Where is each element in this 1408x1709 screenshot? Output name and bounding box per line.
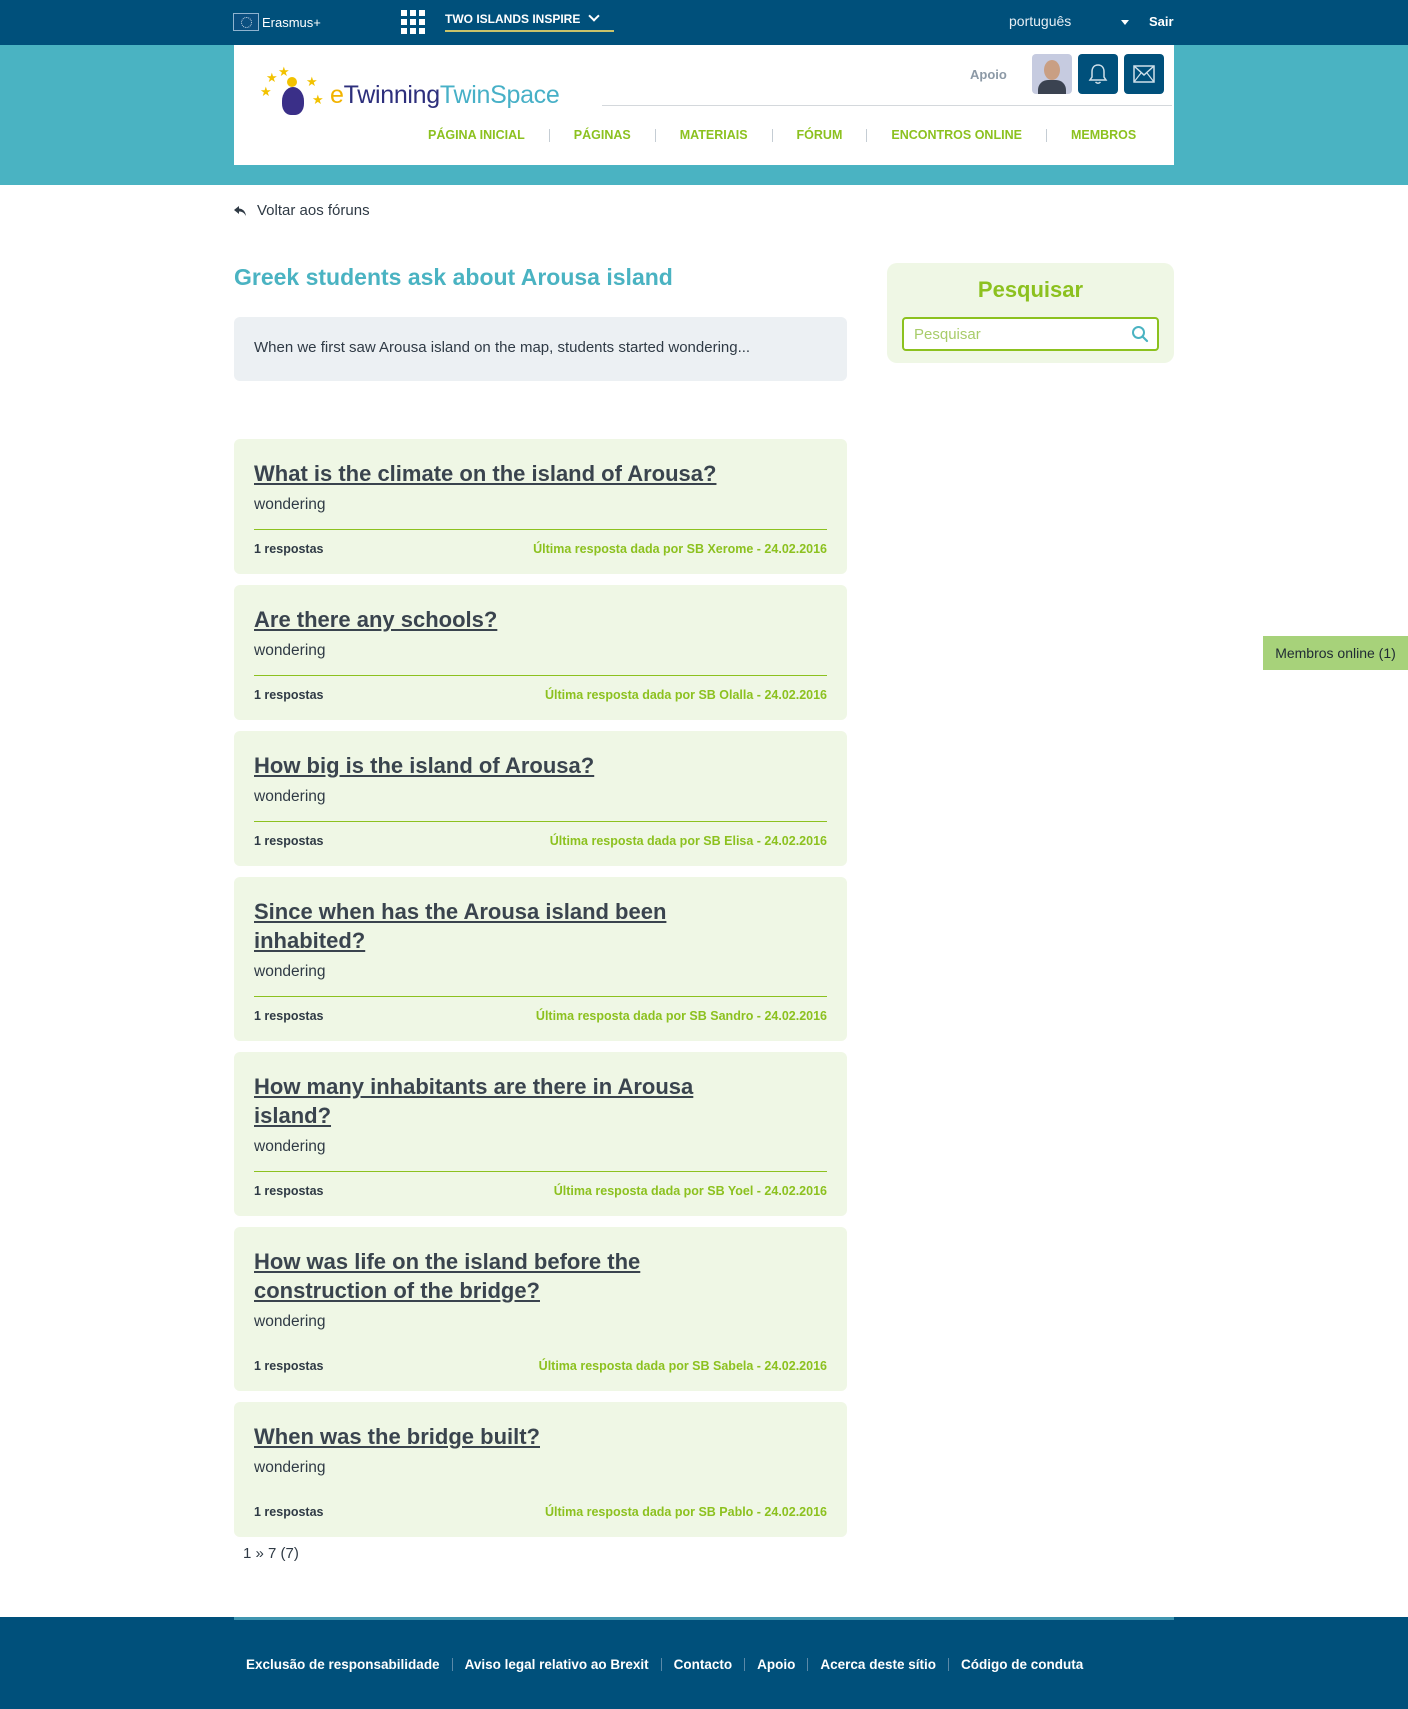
topic-last-reply: Última resposta dada por SB Elisa - 24.0… (549, 834, 827, 848)
nav-materials[interactable]: MATERIAIS (656, 128, 772, 142)
topic-divider (254, 996, 827, 997)
search-widget: Pesquisar (887, 263, 1174, 363)
search-input[interactable] (914, 319, 1129, 349)
topic-last-reply: Última resposta dada por SB Olalla - 24.… (544, 688, 827, 702)
topic-description: wondering (254, 1459, 326, 1476)
bell-icon (1088, 64, 1108, 84)
language-select[interactable]: português (1009, 13, 1129, 29)
erasmus-label: Erasmus+ (262, 14, 321, 30)
footer-link-about[interactable]: Acerca deste sítio (808, 1657, 948, 1672)
search-box (902, 317, 1159, 351)
topic-footer: 1 respostas Última resposta dada por SB … (254, 542, 827, 556)
topic-card: Are there any schools? wondering 1 respo… (234, 585, 847, 720)
top-bar: Erasmus+ TWO ISLANDS INSPIRE português S… (0, 0, 1408, 45)
topic-footer: 1 respostas Última resposta dada por SB … (254, 834, 827, 848)
topic-divider (254, 821, 827, 822)
topic-reply-count: 1 respostas (254, 542, 324, 556)
topic-description: wondering (254, 642, 326, 659)
topic-card: Since when has the Arousa island been in… (234, 877, 847, 1041)
topic-card: How big is the island of Arousa? wonderi… (234, 731, 847, 866)
search-icon[interactable] (1131, 325, 1149, 343)
topic-footer: 1 respostas Última resposta dada por SB … (254, 1009, 827, 1023)
topic-divider (254, 1171, 827, 1172)
topic-reply-count: 1 respostas (254, 834, 324, 848)
back-to-forums-link[interactable]: Voltar aos fóruns (233, 202, 370, 219)
topic-title-link[interactable]: How many inhabitants are there in Arousa… (254, 1072, 754, 1130)
pagination[interactable]: 1 » 7 (7) (243, 1545, 299, 1562)
topic-card: How many inhabitants are there in Arousa… (234, 1052, 847, 1216)
footer-divider (234, 1617, 1174, 1620)
etwinning-logo[interactable]: ★ ★ ★ ★ ★ eTwinningTwinSpace (256, 65, 560, 125)
footer-link-code-of-conduct[interactable]: Código de conduta (949, 1657, 1095, 1672)
etwinning-logo-icon: ★ ★ ★ ★ ★ (256, 65, 328, 125)
topic-description: wondering (254, 1313, 326, 1330)
footer-link-brexit[interactable]: Aviso legal relativo ao Brexit (453, 1657, 661, 1672)
footer-link-support[interactable]: Apoio (745, 1657, 807, 1672)
topic-reply-count: 1 respostas (254, 1009, 324, 1023)
topic-last-reply: Última resposta dada por SB Sandro - 24.… (535, 1009, 827, 1023)
topic-title-link[interactable]: Since when has the Arousa island been in… (254, 897, 724, 955)
nav-online-meetings[interactable]: ENCONTROS ONLINE (867, 128, 1046, 142)
footer-links: Exclusão de responsabilidade Aviso legal… (234, 1657, 1095, 1672)
logo-text: eTwinningTwinSpace (330, 80, 560, 109)
support-link[interactable]: Apoio (970, 67, 1007, 82)
logout-link[interactable]: Sair (1149, 14, 1174, 29)
topic-title-link[interactable]: Are there any schools? (254, 605, 827, 634)
topic-title-link[interactable]: What is the climate on the island of Aro… (254, 459, 827, 488)
notifications-button[interactable] (1078, 54, 1118, 94)
footer-link-contact[interactable]: Contacto (662, 1657, 745, 1672)
caret-down-icon (1121, 20, 1129, 25)
topic-reply-count: 1 respostas (254, 1505, 324, 1519)
topic-last-reply: Última resposta dada por SB Yoel - 24.02… (553, 1184, 827, 1198)
online-members-tab[interactable]: Membros online (1) (1263, 636, 1408, 670)
search-title: Pesquisar (977, 277, 1084, 302)
topic-divider (254, 675, 827, 676)
mail-icon (1133, 65, 1155, 83)
topic-title-link[interactable]: How was life on the island before the co… (254, 1247, 724, 1305)
topic-description: wondering (254, 1138, 326, 1155)
nav-home[interactable]: PÁGINA INICIAL (404, 128, 549, 142)
project-name: TWO ISLANDS INSPIRE (445, 12, 581, 26)
topic-footer: 1 respostas Última resposta dada por SB … (254, 1184, 827, 1198)
nav-members[interactable]: MEMBROS (1047, 128, 1160, 142)
topic-description: wondering (254, 788, 326, 805)
topic-footer: 1 respostas Última resposta dada por SB … (254, 1505, 827, 1519)
project-dropdown[interactable]: TWO ISLANDS INSPIRE (445, 10, 615, 32)
reply-arrow-icon (234, 205, 246, 216)
messages-button[interactable] (1124, 54, 1164, 94)
topic-title-link[interactable]: How big is the island of Arousa? (254, 751, 827, 780)
topic-reply-count: 1 respostas (254, 1359, 324, 1373)
topic-card: When was the bridge built? wondering 1 r… (234, 1402, 847, 1537)
header-divider (602, 105, 1172, 106)
nav-forum[interactable]: FÓRUM (773, 128, 867, 142)
forum-intro-text: When we first saw Arousa island on the m… (254, 339, 751, 356)
topic-card: What is the climate on the island of Aro… (234, 439, 847, 574)
topic-description: wondering (254, 963, 326, 980)
footer: Exclusão de responsabilidade Aviso legal… (0, 1617, 1408, 1709)
nav-pages[interactable]: PÁGINAS (550, 128, 655, 142)
back-label: Voltar aos fóruns (257, 202, 370, 219)
language-value: português (1009, 13, 1072, 29)
topic-footer: 1 respostas Última resposta dada por SB … (254, 1359, 827, 1373)
chevron-down-icon (588, 10, 601, 22)
topic-reply-count: 1 respostas (254, 1184, 324, 1198)
topic-last-reply: Última resposta dada por SB Sabela - 24.… (538, 1359, 827, 1373)
erasmus-logo[interactable]: Erasmus+ (233, 13, 321, 31)
topic-footer: 1 respostas Última resposta dada por SB … (254, 688, 827, 702)
footer-link-disclaimer[interactable]: Exclusão de responsabilidade (234, 1657, 452, 1672)
forum-intro: When we first saw Arousa island on the m… (234, 317, 847, 381)
topic-title-link[interactable]: When was the bridge built? (254, 1422, 827, 1451)
topic-last-reply: Última resposta dada por SB Xerome - 24.… (533, 542, 827, 556)
eu-flag-icon (233, 13, 259, 31)
topic-divider (254, 529, 827, 530)
header-card: ★ ★ ★ ★ ★ eTwinningTwinSpace Apoio PÁGIN… (234, 45, 1174, 165)
apps-grid-icon[interactable] (401, 10, 425, 34)
page-title: Greek students ask about Arousa island (234, 264, 673, 290)
topic-last-reply: Última resposta dada por SB Pablo - 24.0… (544, 1505, 827, 1519)
topic-card: How was life on the island before the co… (234, 1227, 847, 1391)
avatar[interactable] (1032, 54, 1072, 94)
main-nav: PÁGINA INICIAL PÁGINAS MATERIAIS FÓRUM E… (404, 128, 1160, 142)
topic-reply-count: 1 respostas (254, 688, 324, 702)
topic-description: wondering (254, 496, 326, 513)
